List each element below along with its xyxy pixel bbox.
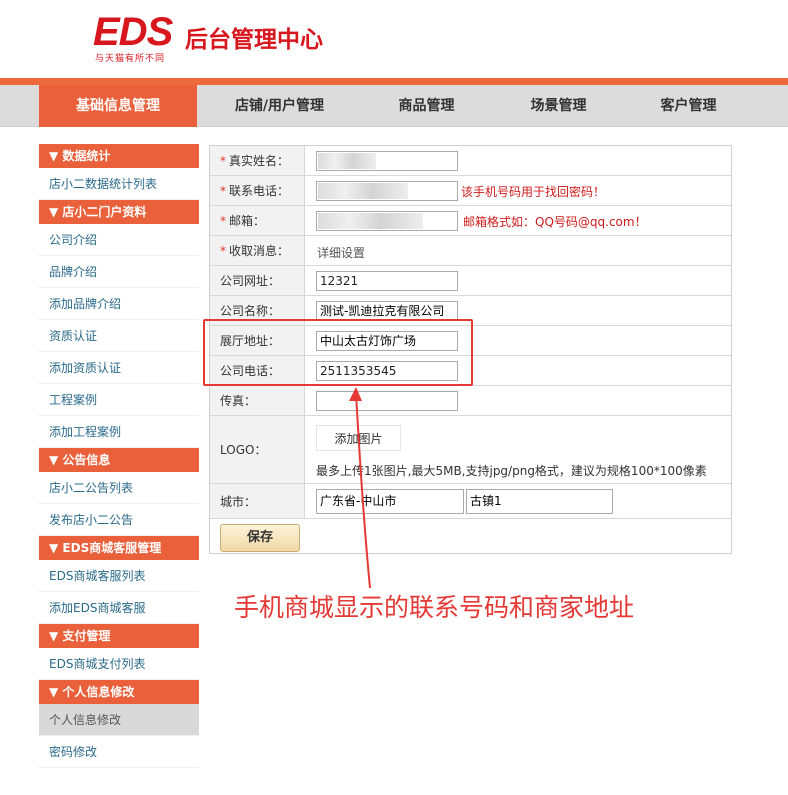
sidebar-item-company-intro[interactable]: 公司介绍 — [39, 224, 199, 256]
row-receive: * 收取消息： 详细设置 — [210, 236, 731, 266]
website-input[interactable]: 12321 — [316, 271, 458, 291]
header-divider — [0, 78, 788, 85]
label-email-text: 邮箱： — [229, 214, 266, 228]
receive-settings-link[interactable]: 详细设置 — [317, 244, 365, 261]
label-email: * 邮箱： — [210, 206, 305, 235]
sidebar-item-stats-list[interactable]: 店小二数据统计列表 — [39, 168, 199, 200]
label-logo: LOGO： — [210, 416, 305, 483]
sidebar-section-profile[interactable]: ▼ 个人信息修改 — [39, 680, 199, 704]
label-website-text: 公司网址： — [220, 274, 281, 288]
label-fax-text: 传真： — [220, 394, 257, 408]
province-city-select[interactable]: 广东省-中山市 — [316, 489, 464, 514]
label-city-text: 城市： — [220, 494, 257, 509]
sidebar-item-add-brand-intro[interactable]: 添加品牌介绍 — [39, 288, 199, 320]
sidebar-item-projects[interactable]: 工程案例 — [39, 384, 199, 416]
redacted-value — [318, 153, 376, 169]
redacted-value — [318, 183, 408, 199]
required-mark: * — [220, 153, 226, 168]
sidebar-section-notice[interactable]: ▼ 公告信息 — [39, 448, 199, 472]
logo-mark: EDS — [93, 10, 173, 54]
logo-slogan: 与天猫有所不同 — [95, 54, 166, 64]
row-real-name: * 真实姓名： — [210, 146, 731, 176]
label-city: 城市： — [210, 484, 305, 518]
row-email: * 邮箱： 邮箱格式如：QQ号码@qq.com！ — [210, 206, 731, 236]
label-phone-text: 联系电话： — [229, 184, 290, 198]
row-city: 城市： 广东省-中山市 古镇1 — [210, 484, 731, 519]
top-nav: 基础信息管理 店铺/用户管理 商品管理 场景管理 客户管理 — [0, 85, 788, 127]
company-name-input[interactable]: 测试-凯迪拉克有限公司 — [316, 301, 458, 321]
sidebar-item-add-qualification[interactable]: 添加资质认证 — [39, 352, 199, 384]
sidebar-section-stats[interactable]: ▼ 数据统计 — [39, 144, 199, 168]
town-input[interactable]: 古镇1 — [466, 489, 613, 514]
header: EDS 与天猫有所不同 后台管理中心 — [0, 0, 788, 78]
label-website: 公司网址： — [210, 266, 305, 295]
save-button[interactable]: 保存 — [220, 524, 300, 552]
required-mark: * — [220, 183, 226, 198]
email-hint: 邮箱格式如：QQ号码@qq.com！ — [463, 215, 647, 229]
sidebar-section-portal[interactable]: ▼ 店小二门户资料 — [39, 200, 199, 224]
label-receive-text: 收取消息： — [229, 244, 290, 258]
label-real-name-text: 真实姓名： — [229, 154, 290, 168]
nav-basic-info[interactable]: 基础信息管理 — [39, 85, 197, 127]
row-website: 公司网址： 12321 — [210, 266, 731, 296]
nav-goods[interactable]: 商品管理 — [360, 85, 493, 127]
label-receive: * 收取消息： — [210, 236, 305, 265]
phone-hint: 该手机号码用于找回密码！ — [461, 185, 606, 199]
sidebar-item-brand-intro[interactable]: 品牌介绍 — [39, 256, 199, 288]
sidebar-item-notice-list[interactable]: 店小二公告列表 — [39, 472, 199, 504]
sidebar: ▼ 数据统计 店小二数据统计列表 ▼ 店小二门户资料 公司介绍 品牌介绍 添加品… — [39, 144, 199, 768]
row-logo: LOGO： 添加图片 最多上传1张图片,最大5MB,支持jpg/png格式，建议… — [210, 416, 731, 484]
nav-customer[interactable]: 客户管理 — [622, 85, 755, 127]
label-logo-text: LOGO： — [220, 443, 267, 457]
annotation-arrow-icon — [349, 387, 371, 589]
sidebar-item-edit-profile[interactable]: 个人信息修改 — [39, 704, 199, 736]
sidebar-item-publish-notice[interactable]: 发布店小二公告 — [39, 504, 199, 536]
label-fax: 传真： — [210, 386, 305, 415]
logo[interactable]: EDS 与天猫有所不同 后台管理中心 — [93, 10, 323, 64]
fax-input[interactable] — [316, 391, 458, 411]
label-company-text: 公司名称： — [220, 304, 281, 318]
sidebar-item-qualification[interactable]: 资质认证 — [39, 320, 199, 352]
row-fax: 传真： — [210, 386, 731, 416]
sidebar-section-service[interactable]: ▼ EDS商城客服管理 — [39, 536, 199, 560]
sidebar-item-add-project[interactable]: 添加工程案例 — [39, 416, 199, 448]
sidebar-item-change-password[interactable]: 密码修改 — [39, 736, 199, 768]
nav-scene[interactable]: 场景管理 — [492, 85, 625, 127]
sidebar-item-service-list[interactable]: EDS商城客服列表 — [39, 560, 199, 592]
label-real-name: * 真实姓名： — [210, 146, 305, 175]
sidebar-item-add-service[interactable]: 添加EDS商城客服 — [39, 592, 199, 624]
sidebar-item-payment-list[interactable]: EDS商城支付列表 — [39, 648, 199, 680]
redacted-value — [318, 213, 423, 229]
admin-title: 后台管理中心 — [185, 27, 323, 53]
annotation-text: 手机商城显示的联系号码和商家地址 — [234, 593, 635, 622]
highlight-box — [203, 319, 473, 386]
label-phone: * 联系电话： — [210, 176, 305, 205]
required-mark: * — [220, 243, 226, 258]
sidebar-section-payment[interactable]: ▼ 支付管理 — [39, 624, 199, 648]
required-mark: * — [220, 213, 226, 228]
row-phone: * 联系电话： 该手机号码用于找回密码！ — [210, 176, 731, 206]
nav-store-user[interactable]: 店铺/用户管理 — [213, 85, 346, 127]
